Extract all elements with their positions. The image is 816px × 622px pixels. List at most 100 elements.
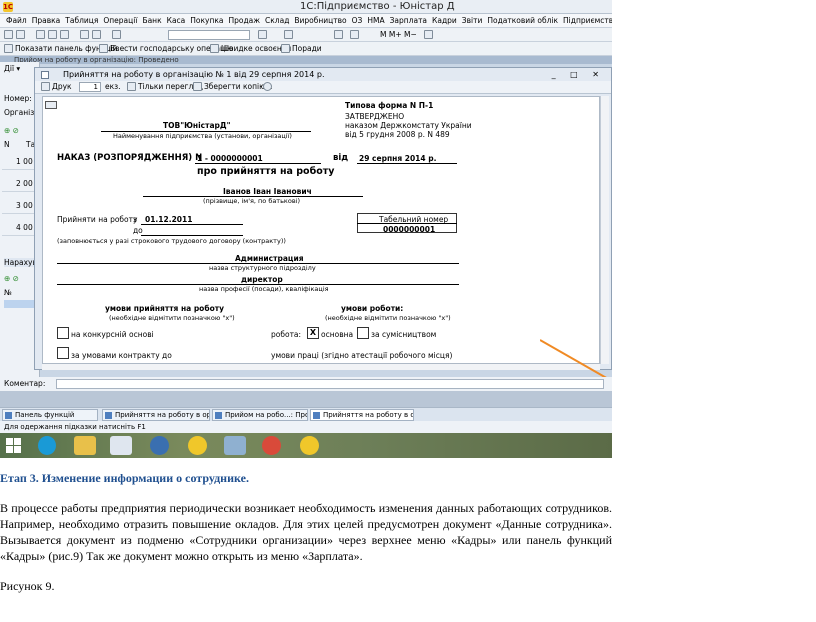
work-label: робота:: [271, 330, 302, 339]
menu-item[interactable]: ОЗ: [352, 16, 363, 25]
hire-conditions-heading: умови прийняття на роботу: [105, 304, 224, 313]
background-document-title: Прийом на роботу в організацію: Проведен…: [0, 56, 612, 64]
vertical-scrollbar[interactable]: [600, 96, 609, 364]
menu-item[interactable]: Податковий облік: [487, 16, 558, 25]
1c-active-icon[interactable]: [300, 436, 319, 455]
window-tab-active[interactable]: Прийняття на роботу в орг...: [310, 409, 414, 421]
new-icon[interactable]: [4, 30, 13, 39]
memory-buttons[interactable]: M M+ M−: [380, 30, 417, 39]
menu-item[interactable]: Банк: [142, 16, 161, 25]
divider: [357, 223, 457, 224]
hire-label: Прийняти на роботу: [57, 215, 138, 224]
figure-caption: Рисунок 9.: [0, 579, 55, 593]
menu-item[interactable]: Продаж: [229, 16, 261, 25]
printer-icon: [41, 82, 50, 91]
panel-icon: [4, 44, 13, 53]
accruals-tab[interactable]: Нарахув: [4, 258, 38, 267]
approval-order: наказом Держкомстату України: [345, 121, 472, 130]
window-title: 1С:Підприємство - Юністар Д: [300, 1, 455, 12]
file-explorer-icon[interactable]: [74, 436, 96, 455]
menu-item[interactable]: Підприємство: [563, 16, 612, 25]
order-label: НАКАЗ (РОЗПОРЯДЖЕННЯ) N: [57, 153, 203, 163]
order-number: 1 - 0000000001: [197, 154, 263, 163]
work-terms-label: умови праці (згідно атестації робочого м…: [271, 351, 453, 360]
add-row-icon[interactable]: ⊕ ⊘: [4, 126, 19, 135]
menu-item[interactable]: НМА: [367, 16, 384, 25]
copy-icon[interactable]: [48, 30, 57, 39]
competitive-checkbox[interactable]: [57, 327, 69, 339]
search-combo[interactable]: [168, 30, 250, 40]
article-paragraph: В процессе работы предприятия периодичес…: [0, 501, 612, 563]
hire-conditions-note: (необхідне відмітити позначкою "x"): [109, 314, 235, 322]
find-icon[interactable]: [112, 30, 121, 39]
window-tab-icon: [313, 412, 320, 419]
app-logo-icon: 1С: [3, 2, 14, 12]
skype-icon[interactable]: [38, 436, 56, 455]
menu-item[interactable]: Кадри: [432, 16, 457, 25]
open-icon[interactable]: [16, 30, 25, 39]
windows-start-icon[interactable]: [6, 438, 21, 453]
search-next-icon[interactable]: [258, 30, 267, 39]
article: Етап 3. Изменение информации о сотрудник…: [0, 470, 612, 608]
menu-item[interactable]: Покупка: [190, 16, 223, 25]
comment-field[interactable]: [56, 379, 604, 389]
main-work-checkbox[interactable]: X: [307, 327, 319, 339]
organization-name: ТОВ"ЮністарД": [163, 121, 231, 130]
main-work-label: основна: [321, 330, 354, 339]
document-icon: [41, 71, 49, 79]
window-tabs-bar: Панель функцій Прийняття на роботу в орг…: [0, 407, 612, 421]
media-player-icon[interactable]: [150, 436, 169, 455]
menu-item[interactable]: Виробництво: [294, 16, 346, 25]
position-caption: назва професії (посади), кваліфікація: [199, 285, 329, 293]
print-button[interactable]: Друк: [52, 82, 72, 91]
menu-item[interactable]: Операції: [103, 16, 137, 25]
status-bar: Для одержання підказки натисніть F1: [0, 421, 612, 433]
column-n: N: [4, 140, 10, 149]
paste-icon[interactable]: [60, 30, 69, 39]
table-row[interactable]: 4 00: [2, 220, 38, 236]
menu-item[interactable]: Файл: [6, 16, 27, 25]
1c-icon[interactable]: [188, 436, 207, 455]
window-tab[interactable]: Панель функцій: [2, 409, 98, 421]
cut-icon[interactable]: [36, 30, 45, 39]
menu-item[interactable]: Склад: [265, 16, 289, 25]
hire-date: 01.12.2011: [145, 215, 193, 224]
menu-item[interactable]: Каса: [167, 16, 186, 25]
contract-checkbox[interactable]: [57, 347, 69, 359]
title-bar: 1С 1С:Підприємство - Юністар Д: [0, 0, 612, 14]
view-only-icon: [127, 82, 136, 91]
actions-menu[interactable]: Дії ▾: [4, 64, 20, 73]
tips-icon: [281, 44, 290, 53]
part-time-checkbox[interactable]: [357, 327, 369, 339]
documents-icon[interactable]: [110, 436, 132, 455]
table-row[interactable]: 3 00: [2, 198, 38, 214]
menu-item[interactable]: Правка: [32, 16, 61, 25]
chrome-icon[interactable]: [262, 436, 281, 455]
undo-icon[interactable]: [80, 30, 89, 39]
window-tab-icon: [215, 412, 222, 419]
calendar-icon[interactable]: [334, 30, 343, 39]
window-tab[interactable]: Прийом на робо...: Проведено: [212, 409, 308, 421]
toolbar-standard: M M+ M−: [0, 28, 612, 42]
window-controls[interactable]: _ □ ✕: [552, 70, 605, 79]
selected-row[interactable]: [4, 300, 38, 308]
menu-item[interactable]: Зарплата: [390, 16, 427, 25]
redo-icon[interactable]: [92, 30, 101, 39]
help-icon[interactable]: [284, 30, 293, 39]
tips-lamp-icon[interactable]: [424, 30, 433, 39]
comment-row: Коментар:: [0, 377, 612, 391]
paint-icon[interactable]: [224, 436, 246, 455]
menu-item[interactable]: Таблиця: [65, 16, 98, 25]
table-row[interactable]: 1 00: [2, 154, 38, 170]
operation-icon: [99, 44, 108, 53]
help-icon[interactable]: [263, 82, 272, 91]
tips-button[interactable]: Поради: [292, 44, 322, 53]
add-accrual-icon[interactable]: ⊕ ⊘: [4, 274, 19, 283]
table-row[interactable]: 2 00: [2, 176, 38, 192]
from-label: з: [133, 215, 137, 224]
menu-item[interactable]: Звіти: [462, 16, 483, 25]
window-tab[interactable]: Прийняття на роботу в органі...: [102, 409, 210, 421]
horizontal-scrollbar[interactable]: [42, 364, 600, 370]
copies-input[interactable]: 1: [79, 82, 101, 92]
calculator-icon[interactable]: [350, 30, 359, 39]
